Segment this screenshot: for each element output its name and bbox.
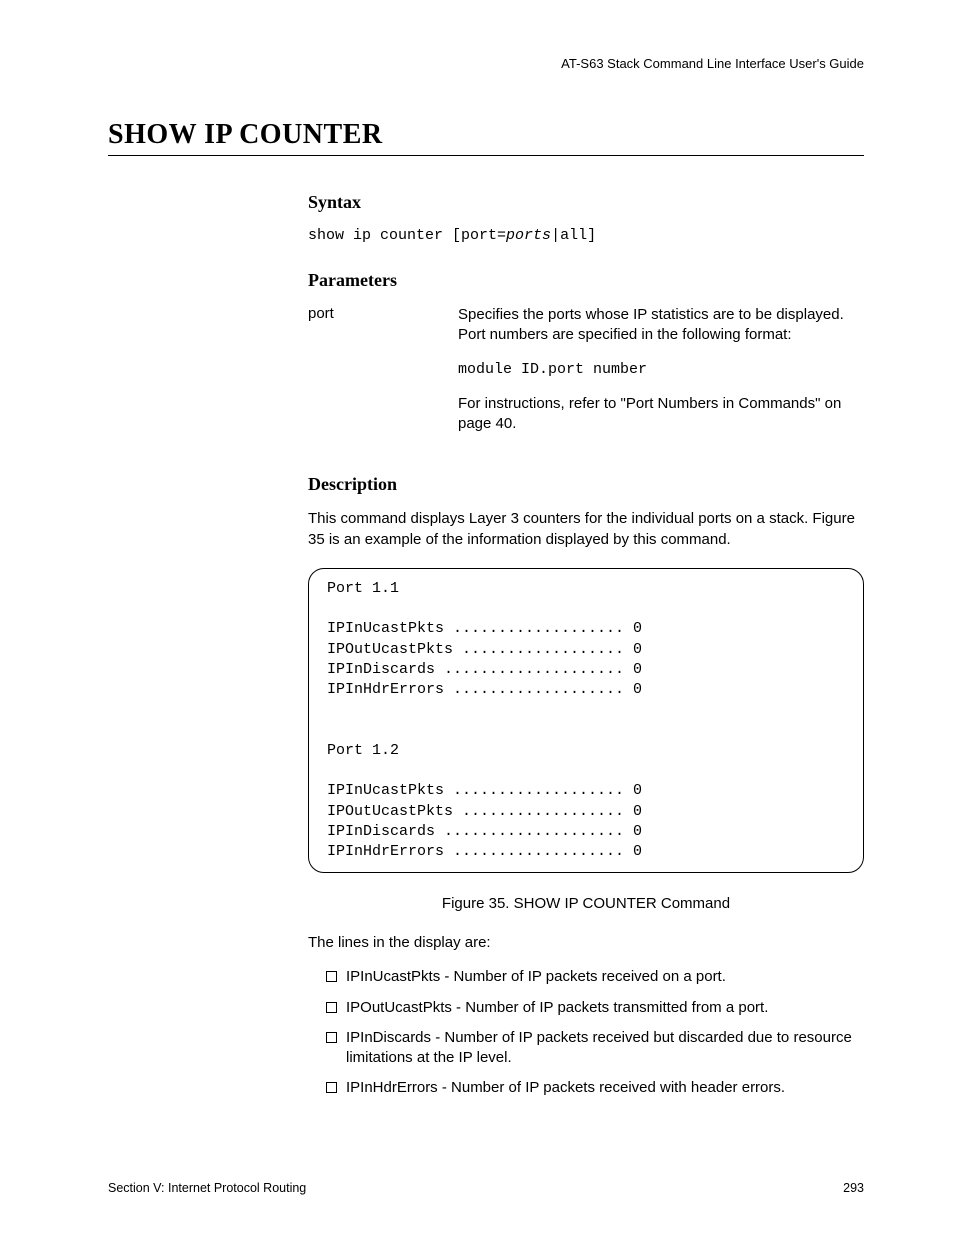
figure-caption: Figure 35. SHOW IP COUNTER Command (308, 895, 864, 912)
param-desc-code: module ID.port number (458, 360, 864, 380)
parameter-name: port (308, 305, 458, 448)
list-item: IPInDiscards - Number of IP packets rece… (326, 1028, 864, 1069)
list-item: IPInHdrErrors - Number of IP packets rec… (326, 1078, 864, 1098)
page: AT-S63 Stack Command Line Interface User… (0, 0, 954, 1235)
syntax-line: show ip counter [port=ports|all] (308, 227, 864, 244)
syntax-heading: Syntax (308, 192, 864, 213)
footer-section: Section V: Internet Protocol Routing (108, 1181, 306, 1195)
running-head: AT-S63 Stack Command Line Interface User… (108, 56, 864, 71)
page-footer: Section V: Internet Protocol Routing 293 (108, 1181, 864, 1195)
parameter-row: port Specifies the ports whose IP statis… (308, 305, 864, 448)
figure-box: Port 1.1 IPInUcastPkts .................… (308, 568, 864, 874)
parameter-description: Specifies the ports whose IP statistics … (458, 305, 864, 448)
list-item: IPOutUcastPkts - Number of IP packets tr… (326, 998, 864, 1018)
description-body: This command displays Layer 3 counters f… (308, 509, 864, 550)
description-heading: Description (308, 474, 864, 495)
syntax-prefix: show ip counter [port= (308, 227, 506, 244)
lines-intro: The lines in the display are: (308, 934, 864, 951)
parameters-heading: Parameters (308, 270, 864, 291)
page-title: SHOW IP COUNTER (108, 119, 864, 156)
list-item: IPInUcastPkts - Number of IP packets rec… (326, 967, 864, 987)
bullet-list: IPInUcastPkts - Number of IP packets rec… (308, 967, 864, 1098)
footer-page-number: 293 (843, 1181, 864, 1195)
param-desc-text-2: For instructions, refer to "Port Numbers… (458, 394, 864, 435)
param-desc-text-1: Specifies the ports whose IP statistics … (458, 305, 864, 346)
content-area: Syntax show ip counter [port=ports|all] … (308, 192, 864, 1099)
syntax-italic: ports (506, 227, 551, 244)
syntax-suffix: |all] (551, 227, 596, 244)
